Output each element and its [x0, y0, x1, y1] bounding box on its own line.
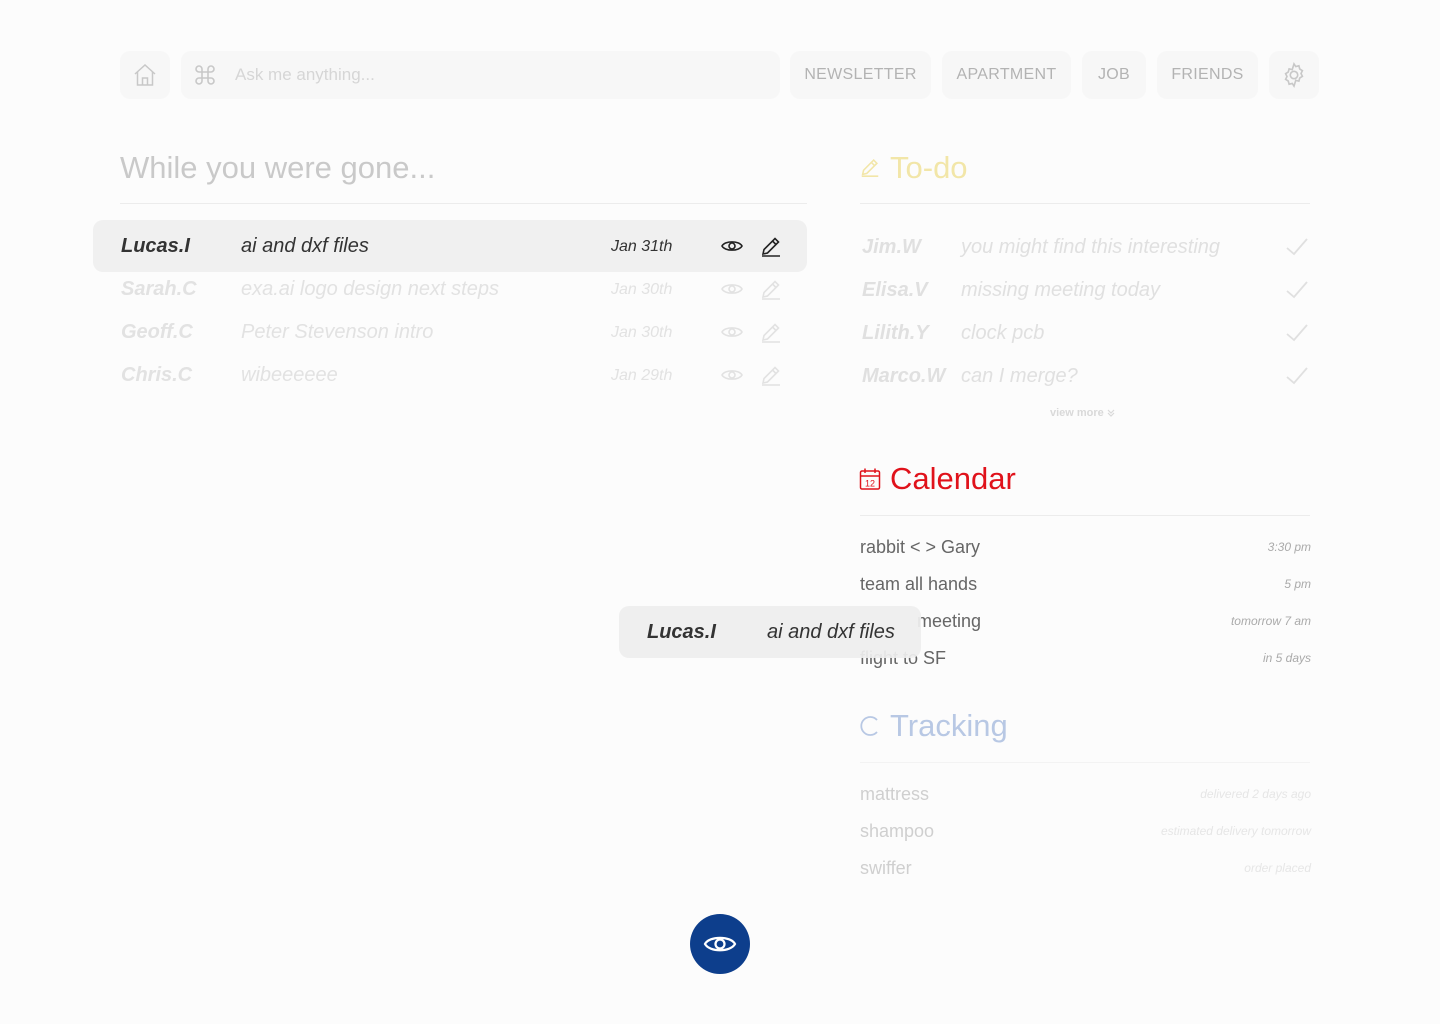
view-more-label: view more — [1050, 407, 1104, 419]
tracking-item-name: mattress — [860, 784, 930, 804]
todo-subject: can I merge? — [961, 365, 1078, 387]
message-sender: Chris.C — [121, 364, 193, 386]
todo-sender: Marco.W — [862, 365, 946, 387]
message-subject: Peter Stevenson intro — [241, 321, 434, 343]
search-input[interactable] — [235, 65, 735, 85]
event-time: tomorrow 7 am — [1230, 614, 1311, 628]
todo-item[interactable]: Elisa.V missing meeting today — [862, 279, 1312, 309]
eye-icon — [703, 936, 737, 952]
eye-icon[interactable] — [720, 363, 744, 387]
check-icon[interactable] — [1284, 363, 1310, 389]
home-button[interactable] — [120, 51, 170, 99]
divider — [860, 203, 1310, 204]
tracking-item[interactable]: shampoo estimated delivery tomorrow — [860, 821, 1311, 845]
drag-ghost-message[interactable]: Lucas.I ai and dxf files — [619, 606, 921, 658]
event-time: in 5 days — [1262, 651, 1311, 665]
calendar-event[interactable]: team all hands 5 pm — [860, 574, 1311, 598]
calendar-event[interactable]: rabbit < > Gary 3:30 pm — [860, 537, 1311, 561]
check-icon[interactable] — [1284, 234, 1310, 260]
calendar-title: Calendar — [890, 461, 1016, 496]
event-name: rabbit < > Gary — [860, 537, 981, 557]
tab-newsletter[interactable]: NEWSLETTER — [790, 51, 931, 99]
todo-subject: missing meeting today — [961, 279, 1160, 301]
tracking-item[interactable]: swiffer order placed — [860, 858, 1311, 882]
view-button[interactable] — [690, 914, 750, 974]
divider — [860, 515, 1310, 516]
tab-job[interactable]: JOB — [1082, 51, 1146, 99]
message-date: Jan 31th — [611, 238, 673, 255]
todo-subject: you might find this interesting — [961, 236, 1221, 258]
tracking-item-name: swiffer — [860, 858, 912, 878]
check-icon[interactable] — [1284, 277, 1310, 303]
todo-subject: clock pcb — [961, 322, 1045, 344]
todo-sender: Elisa.V — [862, 279, 928, 301]
inbox-title: While you were gone... — [120, 150, 436, 185]
command-icon — [181, 63, 229, 87]
calendar-event[interactable]: meeting tomorrow 7 am — [860, 611, 1311, 635]
message-date: Jan 30th — [611, 281, 673, 298]
chevron-down-icon — [1107, 409, 1115, 417]
message-date: Jan 29th — [611, 367, 673, 384]
eye-icon[interactable] — [720, 234, 744, 258]
message-subject: exa.ai logo design next steps — [241, 278, 499, 300]
message-sender: Sarah.C — [121, 278, 197, 300]
tab-apartment[interactable]: APARTMENT — [942, 51, 1071, 99]
message-date: Jan 30th — [611, 324, 673, 341]
eye-icon[interactable] — [720, 320, 744, 344]
gear-icon — [1284, 62, 1304, 88]
event-time: 5 pm — [1284, 577, 1311, 591]
todo-sender: Jim.W — [862, 236, 921, 258]
message-sender: Geoff.C — [121, 321, 193, 343]
tracking-item-status: order placed — [1244, 861, 1311, 875]
event-name: team all hands — [860, 574, 978, 594]
pencil-icon — [861, 159, 879, 177]
todo-item[interactable]: Marco.W can I merge? — [862, 365, 1312, 395]
calendar-icon-day: 12 — [865, 479, 875, 489]
todo-sender: Lilith.Y — [862, 322, 929, 344]
pencil-icon[interactable] — [759, 234, 783, 258]
ghost-subject: ai and dxf files — [767, 621, 895, 643]
divider — [860, 762, 1310, 763]
divider — [120, 203, 807, 204]
event-time: 3:30 pm — [1267, 540, 1311, 554]
event-name: meeting — [917, 611, 982, 631]
pencil-icon[interactable] — [759, 363, 783, 387]
message-subject: ai and dxf files — [241, 235, 369, 257]
tracking-item-status: delivered 2 days ago — [1200, 787, 1311, 801]
tracking-item-name: shampoo — [860, 821, 935, 841]
pencil-icon[interactable] — [759, 320, 783, 344]
tracking-item[interactable]: mattress delivered 2 days ago — [860, 784, 1311, 808]
message-sender: Lucas.I — [121, 235, 190, 257]
view-more-link[interactable]: view more — [1050, 407, 1116, 419]
tracking-title: Tracking — [890, 708, 1008, 743]
todo-item[interactable]: Lilith.Y clock pcb — [862, 322, 1312, 352]
tab-friends[interactable]: FRIENDS — [1157, 51, 1258, 99]
todo-title: To-do — [890, 150, 968, 185]
message-subject: wibeeeeee — [241, 364, 338, 386]
pencil-icon[interactable] — [759, 277, 783, 301]
home-icon — [134, 63, 156, 86]
tracking-item-status: estimated delivery tomorrow — [1160, 824, 1311, 838]
check-icon[interactable] — [1284, 320, 1310, 346]
calendar-icon: 12 — [859, 468, 881, 490]
eye-icon[interactable] — [720, 277, 744, 301]
ghost-sender: Lucas.I — [647, 621, 716, 643]
search-bar[interactable] — [181, 51, 780, 99]
todo-item[interactable]: Jim.W you might find this interesting — [862, 236, 1312, 266]
message-row[interactable]: Chris.C wibeeeeee Jan 29th — [93, 349, 807, 401]
tracking-icon — [860, 716, 878, 736]
settings-button[interactable] — [1269, 51, 1319, 99]
calendar-event[interactable]: flight to SF in 5 days — [860, 648, 1311, 672]
